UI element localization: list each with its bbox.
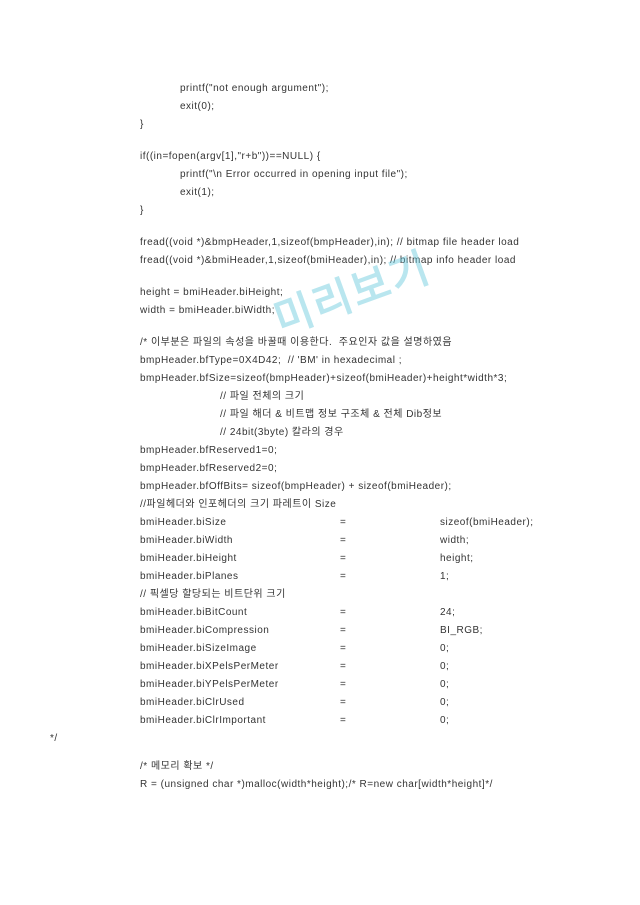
code-line: fread((void *)&bmpHeader,1,sizeof(bmpHea… [100, 234, 580, 252]
code-line: exit(0); [100, 98, 580, 116]
code-line: } [100, 202, 580, 220]
code-line: height = bmiHeader.biHeight; [100, 284, 580, 302]
footer-code: /* 메모리 확보 */R = (unsigned char *)malloc(… [100, 758, 580, 794]
code-line: fread((void *)&bmiHeader,1,sizeof(bmiHea… [100, 252, 580, 270]
code-line: width = bmiHeader.biWidth; [100, 302, 580, 320]
code-line: /* 이부분은 파일의 속성을 바꿀때 이용한다. 주요인자 값을 설명하였음 [100, 334, 580, 352]
code-line: R = (unsigned char *)malloc(width*height… [100, 776, 580, 794]
close-comment: */ [50, 730, 58, 748]
comment-pixel: // 픽셀당 할당되는 비트단위 크기 [100, 586, 580, 604]
code-line: exit(1); [100, 184, 580, 202]
code-line: //파일헤더와 인포헤더의 크기 파레트이 Size [100, 496, 580, 514]
table-row: bmiHeader.biXPelsPerMeter=0; [140, 658, 580, 676]
table-row: bmiHeader.biCompression=BI_RGB; [140, 622, 580, 640]
code-line: bmpHeader.bfSize=sizeof(bmpHeader)+sizeo… [100, 370, 580, 388]
code-line: printf("not enough argument"); [100, 80, 580, 98]
code-lines: printf("not enough argument");exit(0);} i… [100, 80, 580, 514]
table-row: bmiHeader.biHeight=height; [140, 550, 580, 568]
table-row: bmiHeader.biSizeImage=0; [140, 640, 580, 658]
code-line: bmpHeader.bfType=0X4D42; // 'BM' in hexa… [100, 352, 580, 370]
table-row: bmiHeader.biPlanes=1; [140, 568, 580, 586]
assignment-table-2: bmiHeader.biBitCount=24;bmiHeader.biComp… [100, 604, 580, 730]
code-line: /* 메모리 확보 */ [100, 758, 580, 776]
document-page: printf("not enough argument");exit(0);} i… [0, 0, 640, 834]
table-row: bmiHeader.biSize=sizeof(bmiHeader); [140, 514, 580, 532]
table-row: bmiHeader.biBitCount=24; [140, 604, 580, 622]
table-row: bmiHeader.biClrUsed=0; [140, 694, 580, 712]
code-line: // 파일 해더 & 비트맵 정보 구조체 & 전체 Dib정보 [100, 406, 580, 424]
table-row: bmiHeader.biWidth=width; [140, 532, 580, 550]
code-line: bmpHeader.bfReserved1=0; [100, 442, 580, 460]
code-line: // 24bit(3byte) 칼라의 경우 [100, 424, 580, 442]
code-line: bmpHeader.bfOffBits= sizeof(bmpHeader) +… [100, 478, 580, 496]
table-row: bmiHeader.biYPelsPerMeter=0; [140, 676, 580, 694]
code-line: } [100, 116, 580, 134]
table-row: bmiHeader.biClrImportant=0; [140, 712, 580, 730]
assignment-table-1: bmiHeader.biSize=sizeof(bmiHeader);bmiHe… [100, 514, 580, 586]
code-line: bmpHeader.bfReserved2=0; [100, 460, 580, 478]
code-line: if((in=fopen(argv[1],"r+b"))==NULL) { [100, 148, 580, 166]
code-line: // 파일 전체의 크기 [100, 388, 580, 406]
code-line: printf("\n Error occurred in opening inp… [100, 166, 580, 184]
